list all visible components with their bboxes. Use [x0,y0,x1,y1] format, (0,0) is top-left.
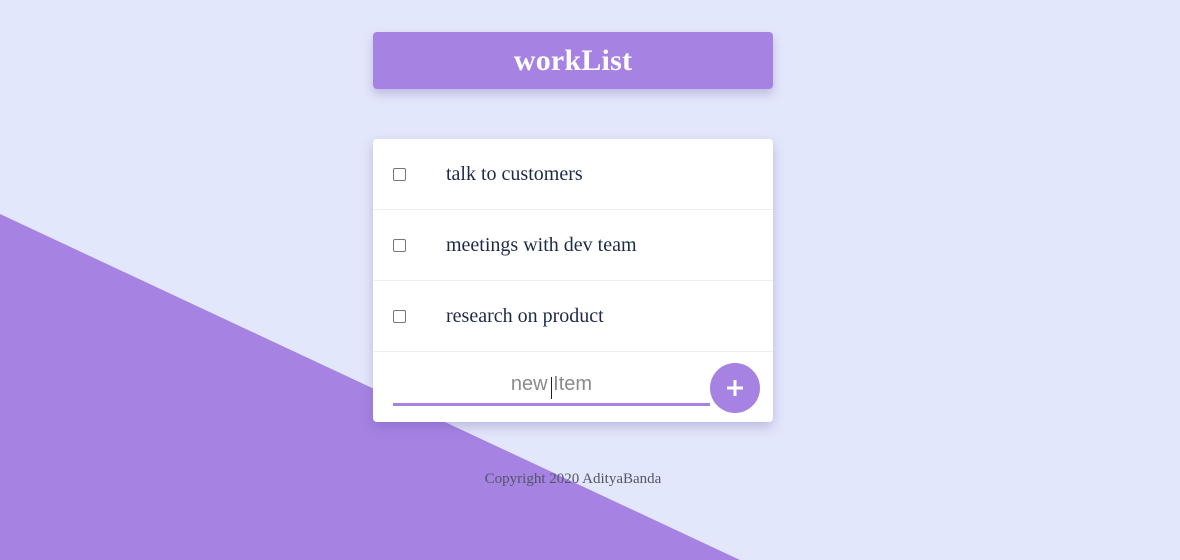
item-checkbox[interactable] [393,238,406,252]
add-item-button[interactable] [710,363,760,413]
item-label: meetings with dev team [446,233,637,256]
plus-icon [727,380,743,396]
todo-list: talk to customers meetings with dev team… [373,139,773,422]
app-title: workList [513,43,633,77]
app-header: workList [373,32,773,89]
text-cursor [551,377,552,399]
item-checkbox[interactable] [393,167,406,181]
footer-copyright: Copyright 2020 AdityaBanda [484,471,662,487]
new-item-form [373,352,773,422]
list-item: talk to customers [373,139,773,210]
item-checkbox[interactable] [393,309,406,323]
item-label: research on product [446,304,604,327]
list-item: meetings with dev team [373,210,773,281]
list-item: research on product [373,281,773,352]
item-label: talk to customers [446,162,583,185]
